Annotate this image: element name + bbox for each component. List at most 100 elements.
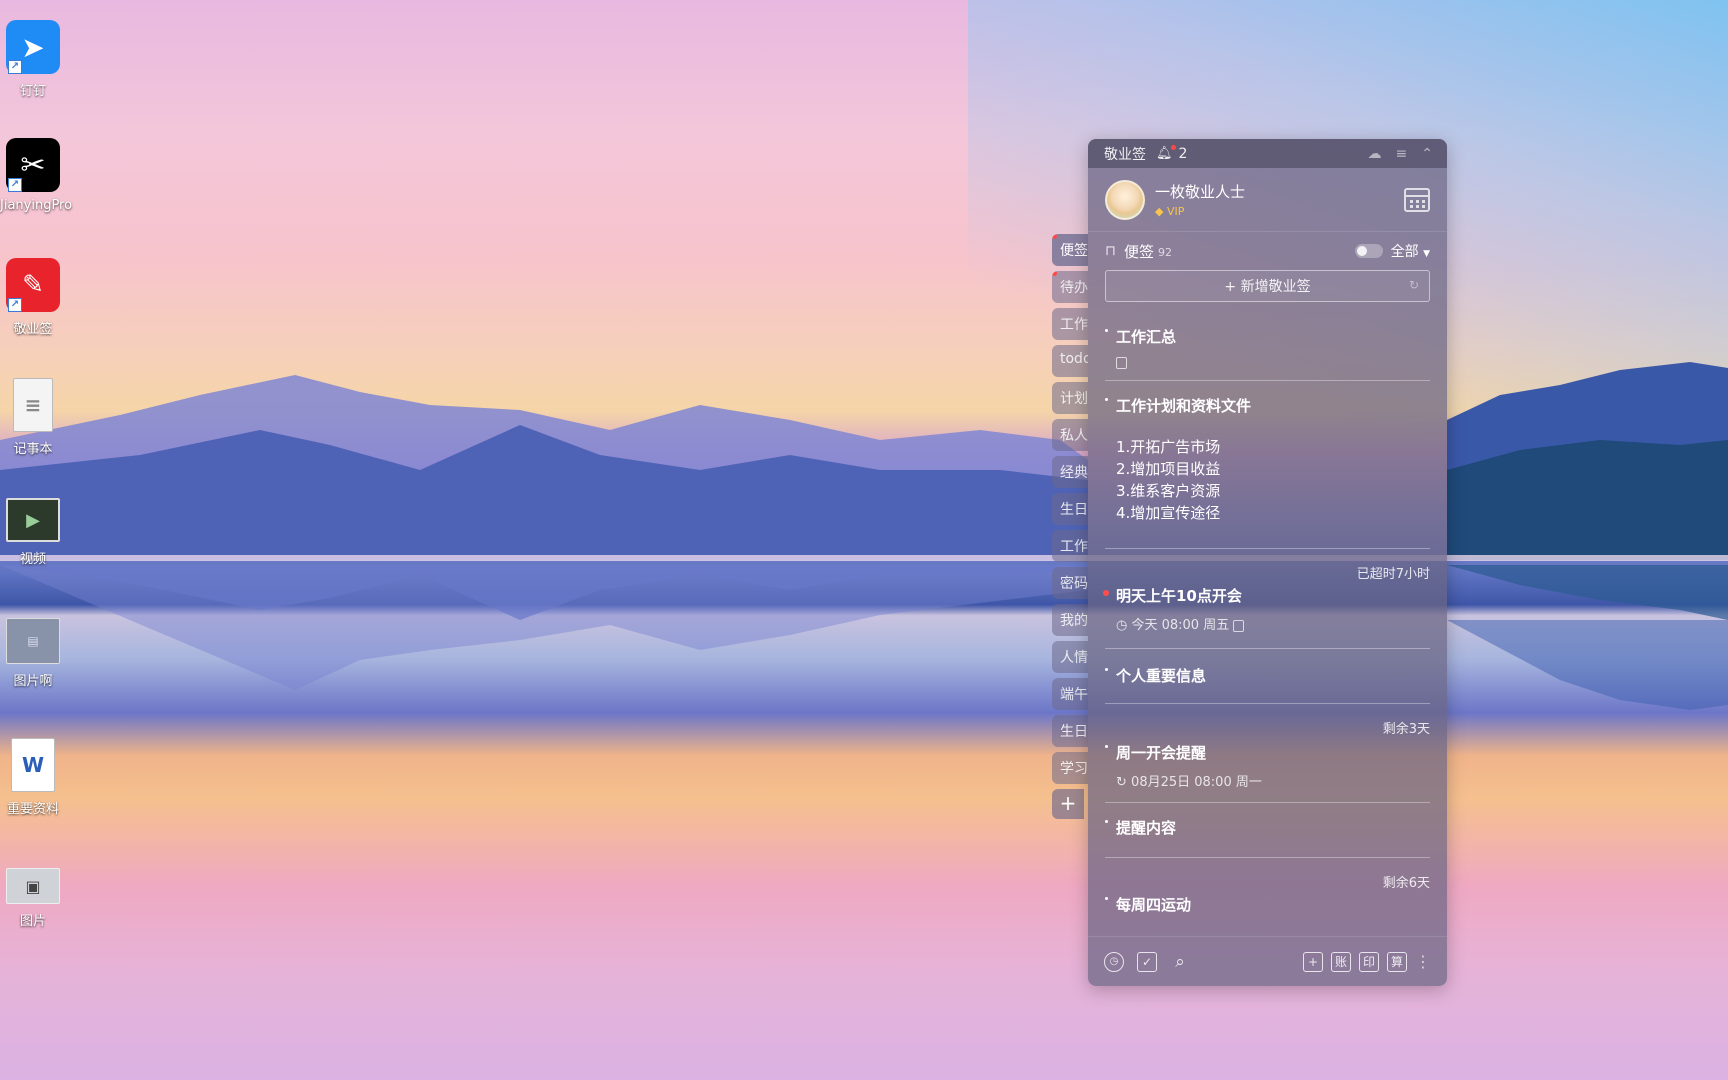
image-file-icon: ▤ (6, 618, 60, 664)
add-category-button[interactable]: + (1052, 789, 1084, 819)
note-item[interactable]: 剩余6天 每周四运动 (1105, 858, 1430, 920)
desktop-icon-label: 记事本 (13, 442, 53, 457)
desktop-icon-label: 敬业签 (13, 322, 53, 337)
note-list: 工作汇总 工作计划和资料文件 1.开拓广告市场 2.增加项目收益 3.维系客户资… (1088, 302, 1447, 920)
clock-icon[interactable]: ◷ (1104, 951, 1124, 972)
category-tab[interactable]: 我的 (1052, 604, 1088, 636)
avatar[interactable] (1105, 179, 1145, 220)
desktop-icon-jianying[interactable]: ✂ ↗ JianyingPro (0, 138, 73, 213)
category-tab[interactable]: 待办 (1052, 271, 1088, 303)
menu-icon[interactable]: ≡ (1396, 146, 1408, 162)
category-tab-label: 便签 (1060, 243, 1088, 259)
category-tab[interactable]: 生日 (1052, 493, 1088, 525)
word-doc-icon: W (11, 738, 55, 792)
category-tab[interactable]: 私人 (1052, 419, 1088, 451)
category-tab-label: 工作 (1060, 539, 1088, 555)
category-tab[interactable]: 密码 (1052, 567, 1088, 599)
note-title: 明天上午10点开会 (1103, 585, 1430, 606)
desktop-icon-image[interactable]: ▣ 图片 (0, 868, 66, 929)
vip-label: VIP (1166, 205, 1185, 218)
new-note-button[interactable]: + 新增敬业签 ↻ (1105, 270, 1430, 302)
category-tab[interactable]: 工作 (1052, 308, 1088, 340)
note-title: 每周四运动 (1105, 894, 1430, 915)
cloud-sync-icon[interactable]: ☁ (1368, 146, 1382, 162)
notepad-icon: ≡ (13, 378, 53, 432)
note-item[interactable]: 工作计划和资料文件 1.开拓广告市场 2.增加项目收益 3.维系客户资源 4.增… (1105, 381, 1430, 549)
category-tab[interactable]: 人情 (1052, 641, 1088, 673)
jingyeqian-icon: ✎ ↗ (6, 258, 60, 312)
notification-dot (1170, 145, 1176, 150)
bell-icon[interactable]: 🔔︎ (1156, 145, 1176, 161)
note-title: 工作汇总 (1105, 326, 1430, 347)
desktop-icon-label: 重要资料 (6, 802, 59, 817)
jingyeqian-panel: 敬业签 🔔︎ 2 ☁ ≡ ⌃ 一枚敬业人士 ◆ VIP ⊓ 便签 92 全部 ▼… (1088, 139, 1447, 986)
unread-dot (1052, 234, 1057, 239)
category-tab[interactable]: 工作 (1052, 530, 1088, 562)
calendar-icon[interactable] (1404, 187, 1430, 212)
category-tab-label: 人情 (1060, 650, 1088, 666)
dingtalk-icon: ➤ ↗ (6, 20, 60, 74)
category-tab[interactable]: 学习 (1052, 752, 1088, 784)
category-tab-label: 待办 (1060, 280, 1088, 296)
category-tabs: 便签 待办 工作 todo 计划 私人 经典 生日 工作 密码 我的 人情 端午… (1052, 234, 1088, 819)
category-tab[interactable]: todo (1052, 345, 1088, 377)
category-tab[interactable]: 经典 (1052, 456, 1088, 488)
note-line: 4.增加宣传途径 (1116, 504, 1221, 522)
note-item[interactable]: 个人重要信息 (1105, 649, 1430, 704)
diamond-icon: ◆ (1155, 205, 1164, 218)
category-tab-label: 私人 (1060, 428, 1088, 444)
shortcut-arrow-icon: ↗ (8, 60, 22, 74)
image-file-icon: ▣ (6, 868, 60, 904)
desktop-icon-dingtalk[interactable]: ➤ ↗ 钉钉 (0, 20, 66, 99)
desktop-wallpaper (0, 0, 1728, 1080)
desktop-icon-label: JianyingPro (0, 198, 73, 213)
desktop-icon-jingyeqian[interactable]: ✎ ↗ 敬业签 (0, 258, 66, 337)
desktop-icon-notepad[interactable]: ≡ 记事本 (0, 378, 66, 457)
panel-titlebar[interactable]: 敬业签 🔔︎ 2 ☁ ≡ ⌃ (1088, 139, 1447, 168)
note-meta: ↻ 08月25日 08:00 周一 (1105, 771, 1430, 790)
view-toggle[interactable] (1354, 244, 1383, 258)
category-tab[interactable]: 计划 (1052, 382, 1088, 414)
notification-count: 2 (1178, 145, 1188, 162)
category-tab[interactable]: 生日 (1052, 715, 1088, 747)
user-profile: 一枚敬业人士 ◆ VIP (1088, 168, 1447, 232)
category-tab[interactable]: 端午 (1052, 678, 1088, 710)
category-tab-label: 计划 (1060, 391, 1088, 407)
filter-row: ⊓ 便签 92 全部 ▼ (1088, 232, 1447, 270)
refresh-icon[interactable]: ↻ (1409, 278, 1419, 292)
clock-icon: ◷ (1116, 618, 1128, 633)
note-item[interactable]: 提醒内容 (1105, 803, 1430, 858)
note-meta: ◷ 今天 08:00 周五 (1105, 614, 1430, 633)
category-tab-label: 密码 (1060, 576, 1088, 592)
desktop-icon-image-a[interactable]: ▤ 图片啊 (0, 618, 66, 689)
more-vertical-icon[interactable]: ⋮ (1415, 952, 1431, 971)
category-tab[interactable]: 便签 (1052, 234, 1088, 266)
scope-dropdown[interactable]: 全部 ▼ (1391, 241, 1430, 261)
shortcut-arrow-icon: ↗ (8, 178, 22, 192)
category-tab-label: todo (1060, 351, 1088, 367)
note-status: 已超时7小时 (1356, 567, 1430, 582)
reminder-time: 08月25日 08:00 周一 (1131, 775, 1262, 790)
todo-check-icon[interactable]: ✓ (1137, 951, 1157, 972)
print-button[interactable]: 印 (1359, 951, 1379, 972)
note-meta (1105, 355, 1430, 370)
note-status: 剩余6天 (1382, 876, 1430, 891)
note-item[interactable]: 已超时7小时 明天上午10点开会 ◷ 今天 08:00 周五 (1103, 549, 1430, 649)
panel-footer: ◷ ✓ ⌕ + 账 印 算 ⋮ (1088, 936, 1447, 986)
unread-dot (1052, 271, 1057, 276)
note-item[interactable]: 剩余3天 周一开会提醒 ↻ 08月25日 08:00 周一 (1105, 704, 1430, 803)
desktop-icon-label: 视频 (19, 552, 46, 567)
note-item[interactable]: 工作汇总 (1105, 302, 1430, 381)
collapse-icon[interactable]: ⌃ (1421, 146, 1433, 162)
calculator-button[interactable]: 算 (1387, 951, 1407, 972)
desktop-icon-word-doc[interactable]: W 重要资料 (0, 738, 66, 817)
account-button[interactable]: 账 (1331, 951, 1351, 972)
repeat-icon: ↻ (1116, 775, 1127, 790)
search-icon[interactable]: ⌕ (1170, 952, 1190, 972)
add-icon-button[interactable]: + (1303, 951, 1323, 972)
reminder-time: 今天 08:00 周五 (1131, 618, 1230, 633)
category-tab-label: 生日 (1060, 502, 1088, 518)
desktop-icon-video[interactable]: ▶ 视频 (0, 498, 66, 567)
filter-label: 便签 (1123, 242, 1154, 261)
wallpaper-mountains (0, 362, 1728, 710)
